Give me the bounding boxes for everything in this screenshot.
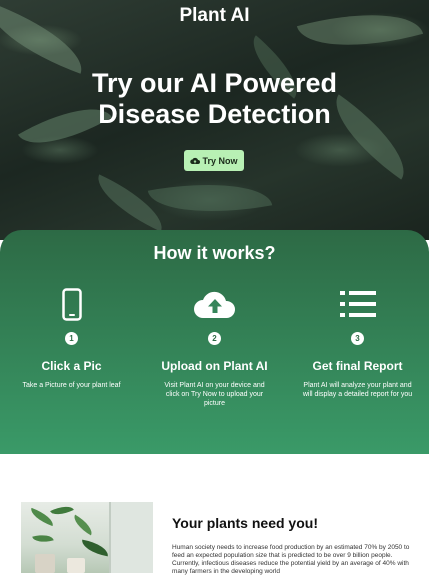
plant-photo — [21, 502, 153, 573]
step-number: 2 — [208, 332, 221, 345]
step-3: 3 Get final Report Plant AI will analyze… — [286, 286, 429, 399]
phone-icon — [61, 287, 82, 321]
cloud-upload-icon — [190, 157, 201, 164]
plant-pot — [67, 558, 85, 573]
plant-pot — [35, 554, 55, 573]
cloud-upload-icon — [193, 291, 235, 318]
leaf-decoration — [32, 531, 54, 546]
headline-line: Disease Detection — [98, 99, 331, 129]
leaf-decoration — [80, 539, 110, 557]
step-title: Upload on Plant AI — [161, 359, 268, 373]
leaf-decoration — [147, 169, 273, 227]
leaf-decoration — [70, 514, 96, 536]
plants-need-you-section: Your plants need you! Human society need… — [0, 454, 429, 575]
step-2: 2 Upload on Plant AI Visit Plant AI on y… — [143, 286, 286, 408]
step-description: Visit Plant AI on your device and click … — [164, 382, 265, 407]
how-it-works-section: How it works? 1 Click a Pic Take a Pictu… — [0, 230, 429, 454]
list-icon — [339, 291, 376, 317]
step-title: Click a Pic — [41, 359, 102, 373]
section-paragraph: Human society needs to increase food pro… — [172, 544, 410, 575]
try-now-button[interactable]: Try Now — [184, 150, 244, 171]
step-title: Get final Report — [312, 359, 403, 373]
section-title: How it works? — [153, 243, 276, 263]
section-heading: Your plants need you! — [172, 515, 318, 531]
headline-line: Try our AI Powered — [91, 68, 338, 98]
brand-title: Plant AI — [179, 5, 250, 26]
step-description: Take a Picture of your plant leaf — [22, 382, 121, 389]
try-now-label: Try Now — [202, 155, 238, 166]
step-number: 3 — [351, 332, 364, 345]
hero-headline: Try our AI Powered Disease Detection — [0, 68, 429, 130]
step-number: 1 — [65, 332, 78, 345]
step-description: Plant AI will analyze your plant and wil… — [302, 382, 413, 398]
window-frame — [109, 502, 153, 573]
hero-banner: Plant AI Try our AI Powered Disease Dete… — [0, 0, 429, 240]
step-1: 1 Click a Pic Take a Picture of your pla… — [0, 286, 143, 390]
leaf-decoration — [50, 502, 74, 520]
